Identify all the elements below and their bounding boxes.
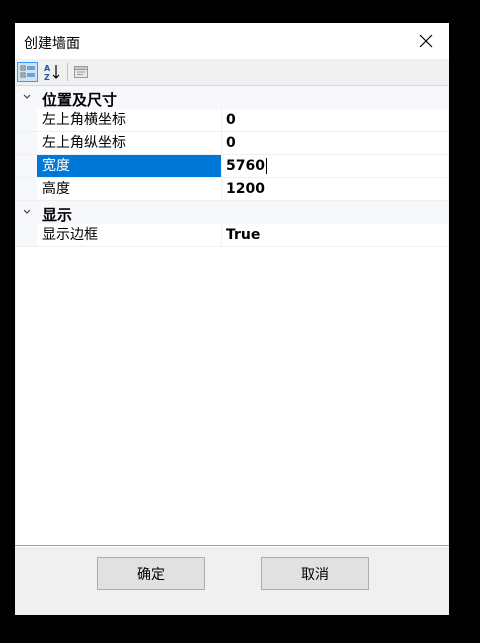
categorized-view-button[interactable] (17, 62, 38, 82)
property-grid: 位置及尺寸 左上角横坐标 0 左上角纵坐标 0 宽度 5760 高度 1200 (16, 85, 448, 547)
category-display[interactable]: 显示 (16, 201, 448, 224)
property-value[interactable]: 0 (222, 132, 448, 154)
property-row-show-border[interactable]: 显示边框 True (16, 224, 448, 247)
category-position-size[interactable]: 位置及尺寸 (16, 86, 448, 109)
property-row-y[interactable]: 左上角纵坐标 0 (16, 132, 448, 155)
close-icon (419, 34, 433, 48)
cancel-button[interactable]: 取消 (261, 557, 369, 590)
category-label: 位置及尺寸 (42, 91, 118, 109)
category-label: 显示 (42, 206, 73, 224)
window-title: 创建墙面 (24, 36, 80, 52)
property-name-selected[interactable]: 宽度 (37, 155, 222, 177)
alphabetical-sort-button[interactable]: A Z (41, 62, 62, 82)
ok-button[interactable]: 确定 (97, 557, 205, 590)
property-pages-button[interactable] (70, 62, 91, 82)
create-wall-dialog: 创建墙面 A Z 位置及尺寸 左上角横坐标 0 左上角纵坐标 0 宽度 5760… (15, 23, 449, 615)
toolbar-separator (67, 63, 68, 81)
text-caret (265, 158, 267, 174)
categorized-view-icon (20, 65, 35, 78)
property-toolbar: A Z (15, 59, 449, 85)
property-value[interactable]: True (222, 224, 448, 246)
chevron-down-icon[interactable] (19, 204, 35, 220)
close-button[interactable] (403, 23, 449, 59)
property-name[interactable]: 显示边框 (37, 224, 222, 246)
property-pages-icon (73, 66, 88, 78)
property-row-height[interactable]: 高度 1200 (16, 178, 448, 201)
svg-text:A: A (44, 64, 51, 73)
title-bar: 创建墙面 (15, 23, 449, 59)
property-value-editor[interactable]: 5760 (222, 155, 448, 177)
width-value-text[interactable]: 5760 (226, 158, 265, 174)
svg-text:Z: Z (44, 73, 50, 81)
property-name[interactable]: 高度 (37, 178, 222, 200)
alphabetical-sort-icon: A Z (44, 64, 59, 81)
property-row-width[interactable]: 宽度 5760 (16, 155, 448, 178)
chevron-down-icon[interactable] (19, 89, 35, 105)
property-row-x[interactable]: 左上角横坐标 0 (16, 109, 448, 132)
property-value[interactable]: 0 (222, 109, 448, 131)
property-name[interactable]: 左上角纵坐标 (37, 132, 222, 154)
property-value[interactable]: 1200 (222, 178, 448, 200)
property-name[interactable]: 左上角横坐标 (37, 109, 222, 131)
footer-divider (15, 545, 449, 546)
